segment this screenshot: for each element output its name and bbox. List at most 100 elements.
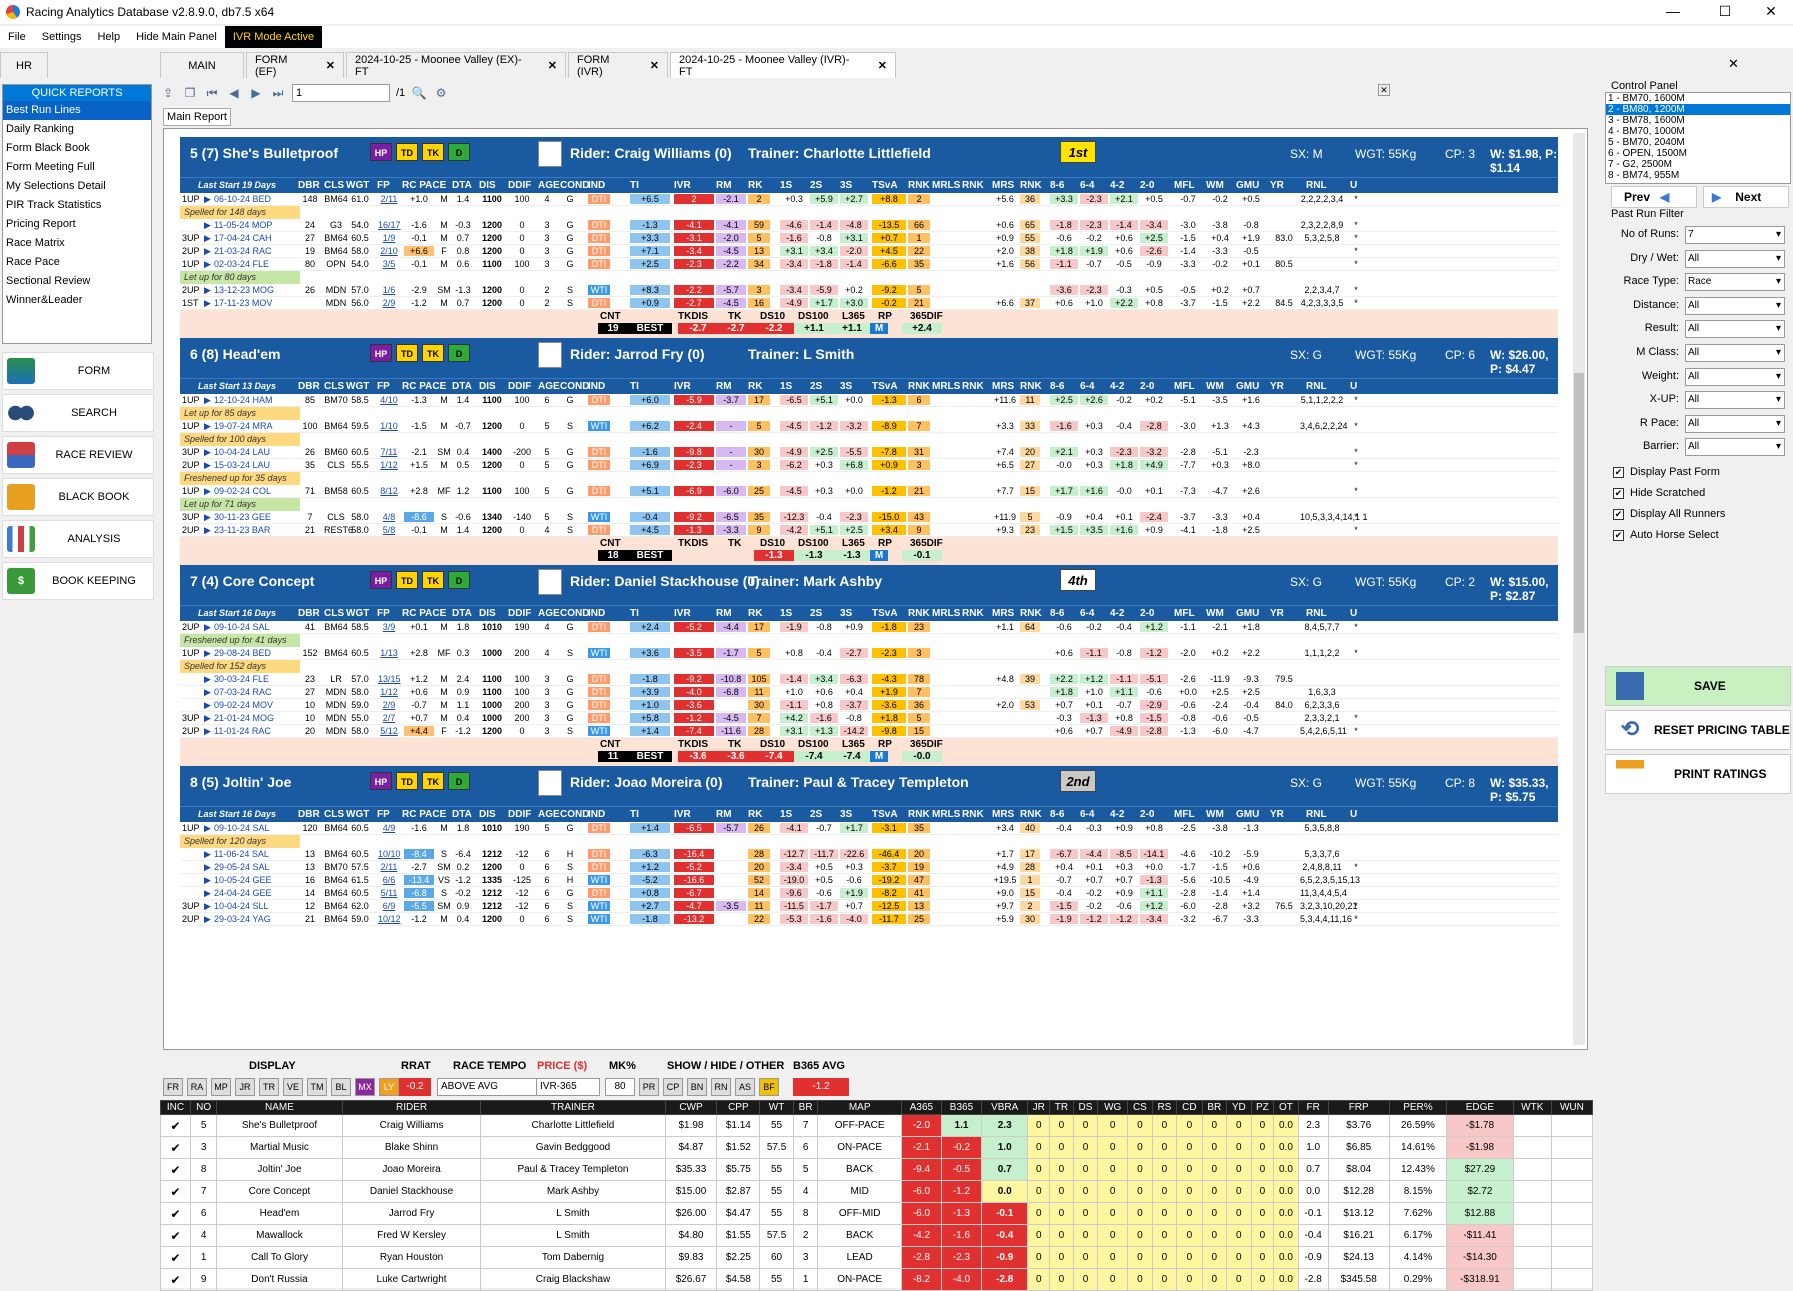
quick-report-item[interactable]: Best Run Lines (3, 101, 151, 120)
display-toggle[interactable]: RA (187, 1078, 207, 1096)
menu-help[interactable]: Help (89, 26, 128, 48)
run-date-link[interactable]: 29-03-24 YAG (214, 914, 271, 924)
form-row[interactable]: 1UP ▶ 12-10-24 HAM 85 BM70 58.5 4/10 -1.3 M 1.4 11… (180, 394, 1558, 407)
form-row[interactable]: 3UP ▶ 21-01-24 MOG 10 MDN 55.0 2/7 +0.7 M 0.4 1000… (180, 712, 1558, 725)
rider-name[interactable]: Rider: Jarrod Fry (0) (570, 346, 705, 362)
expand-arrow-icon[interactable]: ▶ (204, 687, 211, 698)
display-toggle[interactable]: LY (379, 1078, 399, 1096)
scrollbar-thumb[interactable] (1574, 373, 1584, 633)
rider-name[interactable]: Rider: Craig Williams (0) (570, 145, 732, 161)
race-list[interactable]: 1 - BM70, 1600M 2 - BM80, 1200M 3 - BM78, … (1605, 92, 1791, 184)
close-all-tabs-icon[interactable]: ✕ (1728, 56, 1739, 72)
run-date-link[interactable]: 07-03-24 RAC (214, 687, 272, 697)
run-date-link[interactable]: 29-08-24 BED (214, 648, 271, 658)
price-cell[interactable]: ✔ (160, 1202, 191, 1225)
run-date-link[interactable]: 21-01-24 MOG (214, 713, 274, 723)
price-row[interactable]: ✔ 7 Core Concept Daniel Stackhouse Mark Ashb… (160, 1180, 1594, 1203)
show-toggle[interactable]: BF (759, 1078, 779, 1096)
report-scrollbar[interactable] (1573, 133, 1585, 1045)
tab-moonee-valley-ivr[interactable]: 2024-10-25 - Moonee Valley (IVR)-FT ✕ (670, 52, 896, 78)
nav-search-button[interactable]: SEARCH (2, 394, 154, 432)
runner-name[interactable]: 5 (7) She's Bulletproof (190, 145, 338, 161)
run-date-link[interactable]: 06-10-24 BED (214, 194, 271, 204)
price-row[interactable]: ✔ 1 Call To Glory Ryan Houston Tom Dabernig $… (160, 1246, 1594, 1269)
nav-black-book-button[interactable]: BLACK BOOK (2, 478, 154, 516)
form-row[interactable]: 2UP ▶ 15-03-24 LAU 35 CLS 55.5 1/12 +1.5 M 0.5 120… (180, 459, 1558, 472)
run-date-link[interactable]: 09-02-24 MOV (214, 700, 273, 710)
run-date-link[interactable]: 02-03-24 FLE (214, 259, 269, 269)
expand-arrow-icon[interactable]: ▶ (204, 901, 211, 912)
close-tab-icon[interactable]: ✕ (650, 59, 659, 72)
form-cell-fp[interactable]: 5/11 (378, 888, 400, 898)
run-date-link[interactable]: 11-06-24 SAL (214, 849, 269, 859)
price-cell[interactable]: ✔ (160, 1158, 191, 1181)
checkbox-box[interactable]: ✔ (1613, 466, 1624, 478)
expand-arrow-icon[interactable]: ▶ (204, 447, 211, 458)
price-cell[interactable]: ✔ (160, 1114, 191, 1137)
checkbox-1[interactable]: ✔ Hide Scratched (1613, 487, 1705, 499)
close-tab-icon[interactable]: ✕ (548, 59, 557, 72)
expand-arrow-icon[interactable]: ▶ (204, 285, 211, 296)
tab-hr[interactable]: HR (0, 52, 48, 78)
runner-name[interactable]: 7 (4) Core Concept (190, 573, 314, 589)
trainer-name[interactable]: Trainer: Charlotte Littlefield (748, 145, 931, 161)
form-row[interactable]: 1UP ▶ 06-10-24 BED 148 BM64 61.0 2/11 +1.0 M 1.4 1… (180, 193, 1558, 206)
form-cell-fp[interactable]: 1/12 (378, 687, 400, 697)
quick-reports-header[interactable]: QUICK REPORTS (3, 85, 151, 101)
price-row[interactable]: ✔ 4 Mawallock Fred W Kersley L Smith $4.80 $1.… (160, 1224, 1594, 1247)
prev-race-button[interactable]: Prev ◀ (1611, 186, 1697, 208)
quick-report-item[interactable]: PIR Track Statistics (3, 196, 151, 215)
form-cell-fp[interactable]: 3/5 (378, 259, 400, 269)
trainer-name[interactable]: Trainer: L Smith (748, 346, 854, 362)
run-date-link[interactable]: 10-05-24 GEE (214, 875, 272, 885)
run-date-link[interactable]: 09-02-24 COL (214, 486, 271, 496)
run-date-link[interactable]: 09-10-24 SAL (214, 622, 270, 632)
runner-name[interactable]: 8 (5) Joltin' Joe (190, 774, 291, 790)
run-date-link[interactable]: 09-10-24 SAL (214, 823, 270, 833)
form-row[interactable]: 1UP ▶ 09-02-24 COL 71 BM58 60.5 8/12 +2.8 MF 1.2 1… (180, 485, 1558, 498)
run-date-link[interactable]: 11-05-24 MOP (214, 220, 272, 230)
expand-arrow-icon[interactable]: ▶ (204, 849, 211, 860)
next-race-button[interactable]: ▶ Next (1703, 186, 1789, 208)
expand-arrow-icon[interactable]: ▶ (204, 220, 211, 231)
run-date-link[interactable]: 23-11-23 BAR (214, 525, 270, 535)
expand-arrow-icon[interactable]: ▶ (204, 298, 211, 309)
expand-arrow-icon[interactable]: ▶ (204, 194, 211, 205)
quick-report-item[interactable]: My Selections Detail (3, 177, 151, 196)
display-toggle[interactable]: MP (211, 1078, 231, 1096)
prev-page-icon[interactable]: ◀ (226, 85, 242, 101)
first-page-icon[interactable]: ⏮ (204, 85, 220, 101)
menu-settings[interactable]: Settings (34, 26, 90, 48)
run-date-link[interactable]: 10-04-24 LAU (214, 447, 270, 457)
menu-ivr-mode[interactable]: IVR Mode Active (224, 26, 323, 48)
mk-input[interactable]: 80 (605, 1078, 635, 1096)
race-list-item[interactable]: 7 - G2, 2500M (1606, 159, 1790, 170)
rider-name[interactable]: Rider: Joao Moreira (0) (570, 774, 722, 790)
tab-main[interactable]: MAIN (160, 52, 244, 78)
form-cell-fp[interactable]: 16/17 (378, 220, 401, 230)
expand-arrow-icon[interactable]: ▶ (204, 713, 211, 724)
filter-select[interactable]: 7 (1685, 226, 1785, 244)
minimize-button[interactable]: — (1650, 0, 1696, 24)
form-cell-fp[interactable]: 10/10 (378, 849, 401, 859)
tab-form-ef[interactable]: FORM (EF) ✕ (246, 52, 344, 78)
form-row[interactable]: 1UP ▶ 09-10-24 SAL 120 BM64 60.5 4/9 -1.6 M 1.8 10… (180, 822, 1558, 835)
form-row[interactable]: ▶ 11-05-24 MOP 24 G3 54.0 16/17 -1.6 M -0.3 1200 0… (180, 219, 1558, 232)
display-toggle[interactable]: JR (235, 1078, 255, 1096)
checkbox-box[interactable]: ✔ (1613, 529, 1624, 541)
race-list-item[interactable]: 2 - BM80, 1200M (1606, 104, 1790, 115)
price-row[interactable]: ✔ 3 Martial Music Blake Shinn Gavin Bedggood… (160, 1136, 1594, 1159)
export-icon[interactable]: ⇪ (160, 85, 176, 101)
display-toggle[interactable]: MX (355, 1078, 375, 1096)
show-toggle[interactable]: AS (735, 1078, 755, 1096)
expand-arrow-icon[interactable]: ▶ (204, 823, 211, 834)
run-date-link[interactable]: 19-07-24 MRA (214, 421, 273, 431)
run-date-link[interactable]: 10-04-24 SLL (214, 901, 269, 911)
form-cell-fp[interactable]: 2/11 (378, 194, 400, 204)
show-toggle[interactable]: RN (711, 1078, 731, 1096)
form-row[interactable]: 2UP ▶ 23-11-23 BAR 21 REST6 58.0 5/8 -0.1 M 1.4 12… (180, 524, 1558, 537)
price-row[interactable]: ✔ 9 Don't Russia Luke Cartwright Craig Black… (160, 1268, 1594, 1291)
run-date-link[interactable]: 17-04-24 CAH (214, 233, 272, 243)
price-row[interactable]: ✔ 5 She's Bulletproof Craig Williams Charlot… (160, 1114, 1594, 1137)
expand-arrow-icon[interactable]: ▶ (204, 421, 211, 432)
